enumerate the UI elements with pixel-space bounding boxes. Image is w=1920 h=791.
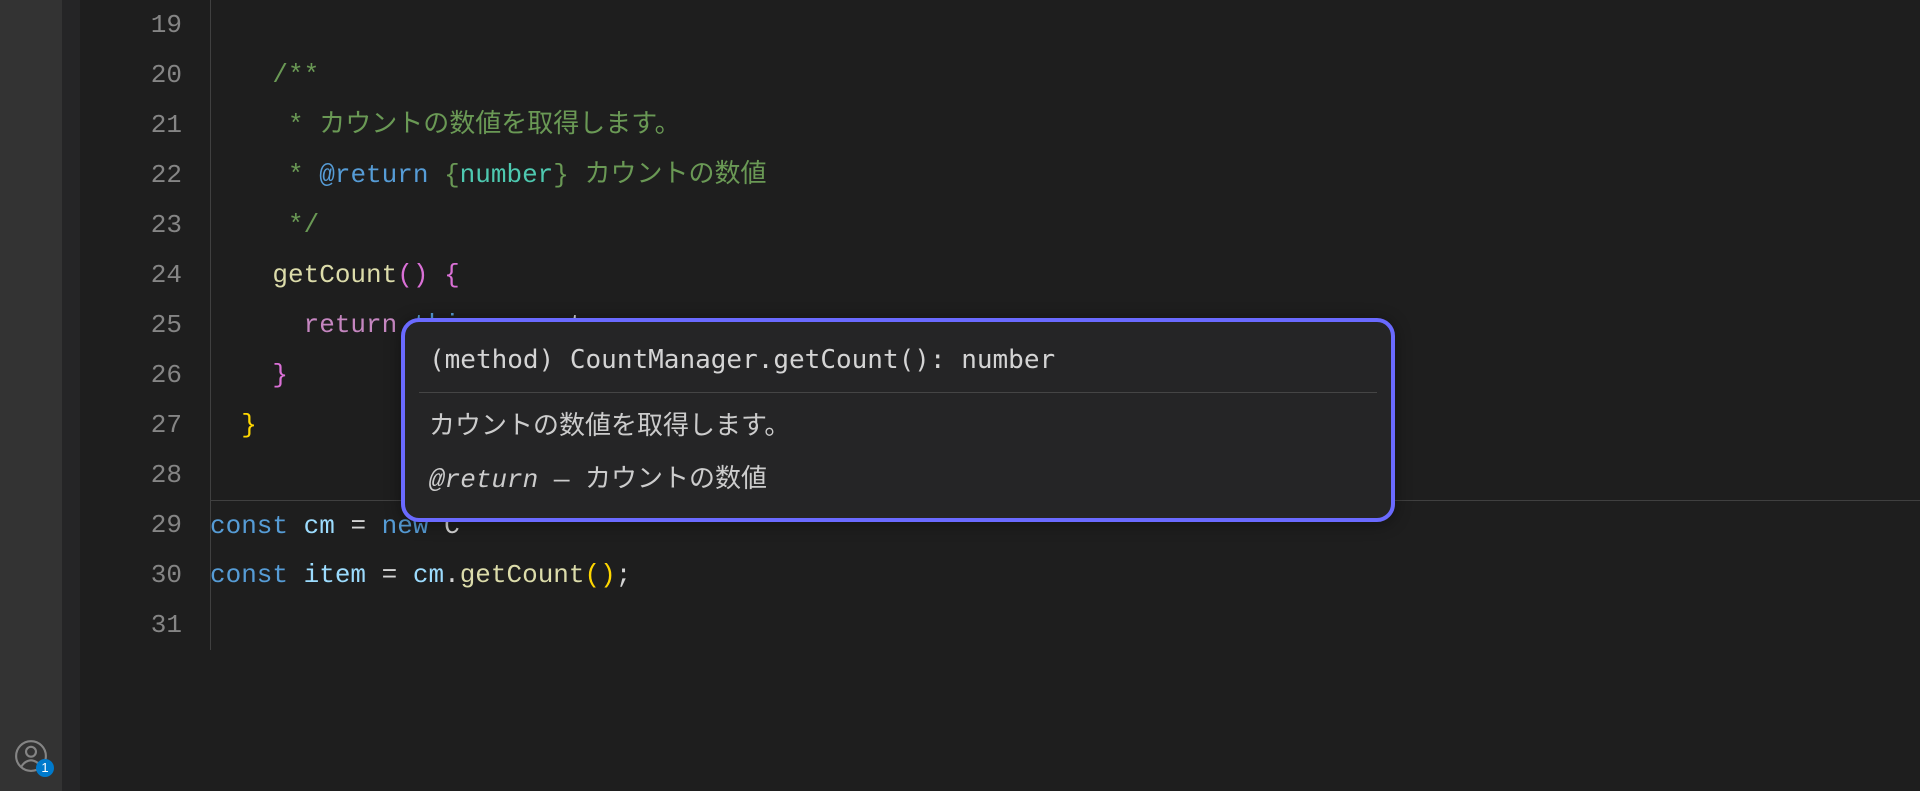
code-token: () <box>397 260 428 290</box>
code-token: cm <box>304 511 335 541</box>
code-line[interactable]: getCount() { <box>210 250 1920 300</box>
code-line[interactable]: */ <box>210 200 1920 250</box>
code-token: return <box>304 310 398 340</box>
editor[interactable]: 19202122232425262728293031 /** * カウントの数値… <box>80 0 1920 791</box>
hover-separator <box>419 392 1377 393</box>
line-number: 24 <box>80 250 182 300</box>
code-line[interactable]: const item = cm.getCount(); <box>210 550 1920 600</box>
line-number-gutter: 19202122232425262728293031 <box>80 0 210 791</box>
hover-return-tag: @return <box>429 465 538 495</box>
code-token <box>210 110 288 140</box>
code-token: } <box>553 160 569 190</box>
line-number: 26 <box>80 350 182 400</box>
hover-description: カウントの数値を取得します。 <box>405 397 1391 451</box>
code-token: () <box>585 560 616 590</box>
code-token: item <box>304 560 366 590</box>
line-number: 27 <box>80 400 182 450</box>
code-token: const <box>210 511 288 541</box>
code-token: { <box>444 260 460 290</box>
sidebar-gap <box>62 0 80 791</box>
code-token <box>210 360 272 390</box>
code-token <box>210 260 272 290</box>
code-token <box>428 160 444 190</box>
line-number: 23 <box>80 200 182 250</box>
app-root: 1 19202122232425262728293031 /** * カウントの… <box>0 0 1920 791</box>
code-token: = <box>335 511 382 541</box>
code-token: } <box>272 360 288 390</box>
code-token: /** <box>272 60 319 90</box>
line-number: 31 <box>80 600 182 650</box>
line-number: 28 <box>80 450 182 500</box>
line-number: 21 <box>80 100 182 150</box>
code-token <box>210 410 241 440</box>
code-token: getCount <box>460 560 585 590</box>
hover-signature: (method) CountManager.getCount(): number <box>405 328 1391 388</box>
account-badge: 1 <box>36 759 54 777</box>
code-token <box>210 310 304 340</box>
hover-return: @return — カウントの数値 <box>405 452 1391 512</box>
code-token: cm <box>413 560 444 590</box>
code-token: カウントの数値 <box>569 160 767 190</box>
code-token: getCount <box>272 260 397 290</box>
line-number: 19 <box>80 0 182 50</box>
code-token: * <box>288 160 319 190</box>
code-line[interactable]: /** <box>210 50 1920 100</box>
line-number: 25 <box>80 300 182 350</box>
line-number: 20 <box>80 50 182 100</box>
code-token: */ <box>288 210 319 240</box>
account-icon[interactable]: 1 <box>14 739 48 773</box>
code-token: { <box>444 160 460 190</box>
code-token: @return <box>319 160 428 190</box>
code-token: number <box>460 160 554 190</box>
hover-tooltip: (method) CountManager.getCount(): number… <box>401 318 1395 522</box>
code-token <box>210 160 288 190</box>
code-line[interactable]: * @return {number} カウントの数値 <box>210 150 1920 200</box>
code-token: . <box>444 560 460 590</box>
code-token <box>210 60 272 90</box>
code-line[interactable] <box>210 0 1920 50</box>
code-token <box>288 560 304 590</box>
code-token <box>428 260 444 290</box>
hover-return-text: カウントの数値 <box>585 465 767 495</box>
code-token: ; <box>616 560 632 590</box>
line-number: 29 <box>80 500 182 550</box>
code-line[interactable] <box>210 600 1920 650</box>
line-number: 22 <box>80 150 182 200</box>
code-token <box>210 210 288 240</box>
indent-guide <box>210 0 211 650</box>
code-token: } <box>241 410 257 440</box>
line-number: 30 <box>80 550 182 600</box>
activity-bar: 1 <box>0 0 62 791</box>
code-token: const <box>210 560 288 590</box>
hover-return-sep: — <box>538 465 585 495</box>
code-token: * カウントの数値を取得します。 <box>288 110 681 140</box>
code-token: = <box>366 560 413 590</box>
code-line[interactable]: * カウントの数値を取得します。 <box>210 100 1920 150</box>
code-token <box>288 511 304 541</box>
